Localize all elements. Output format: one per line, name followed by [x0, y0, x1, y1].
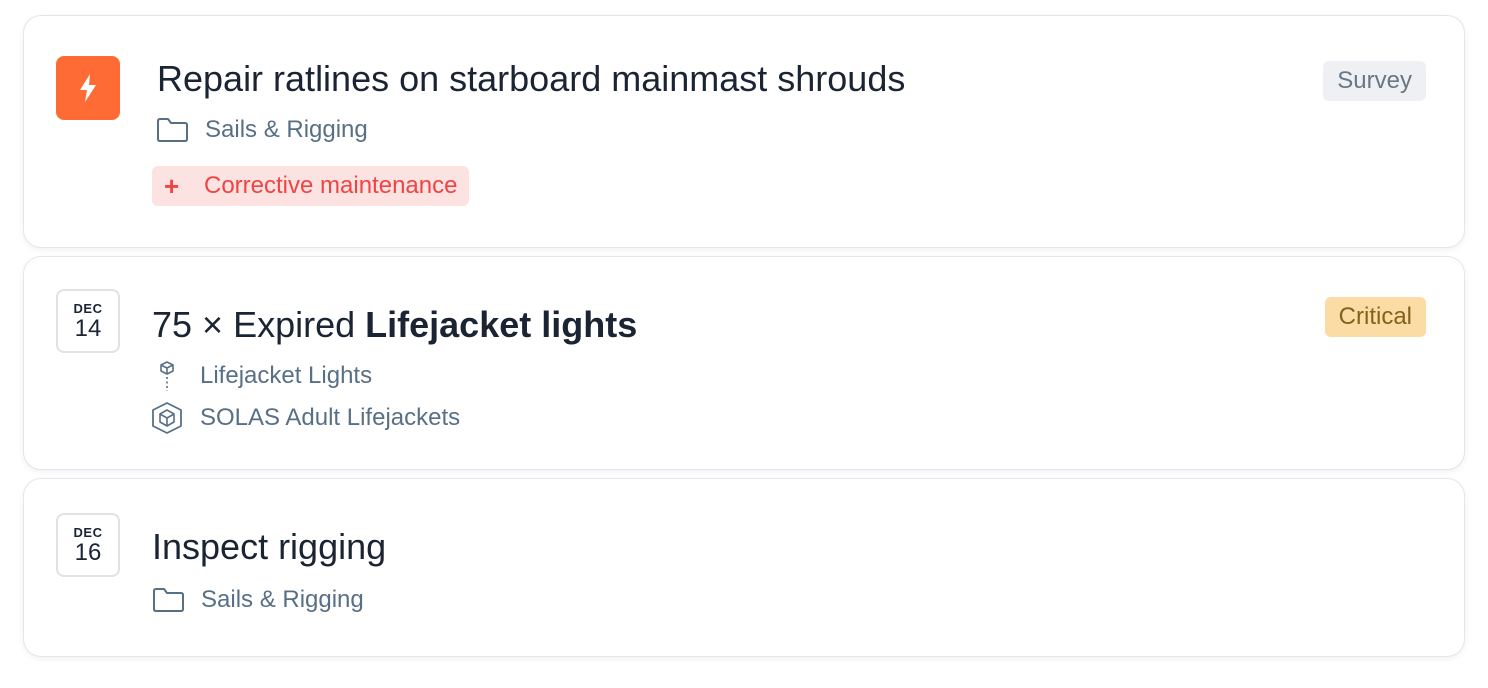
title-prefix: 75 × Expired — [152, 304, 366, 345]
card-title: 75 × Expired Lifejacket lights — [152, 303, 637, 347]
date-month: DEC — [73, 300, 103, 316]
folder-icon — [156, 115, 190, 145]
category-label: Sails & Rigging — [205, 116, 368, 143]
critical-badge: Critical — [1324, 297, 1426, 337]
card-title: Inspect rigging — [152, 526, 387, 567]
maintenance-type-tag: + Corrective maintenance — [152, 166, 470, 206]
card-title: Repair ratlines on starboard mainmast sh… — [157, 58, 906, 99]
work-order-card[interactable]: DEC 16 Inspect rigging Sails & Rigging — [23, 478, 1465, 657]
plus-icon: + — [164, 171, 180, 201]
tag-label: Corrective maintenance — [204, 172, 458, 199]
category-label: Sails & Rigging — [201, 586, 364, 613]
folder-icon — [152, 585, 186, 615]
work-order-card[interactable]: Repair ratlines on starboard mainmast sh… — [23, 15, 1465, 248]
equipment-icon — [150, 402, 184, 434]
category-line: Sails & Rigging — [152, 585, 364, 615]
lightning-icon — [56, 56, 120, 120]
date-month: DEC — [73, 524, 103, 540]
item-line: Lifejacket Lights — [150, 361, 372, 391]
item-label: Lifejacket Lights — [200, 362, 373, 389]
component-icon — [150, 361, 184, 391]
category-line: Sails & Rigging — [156, 115, 368, 145]
parent-label: SOLAS Adult Lifejackets — [200, 404, 461, 431]
title-bold: Lifejacket lights — [365, 304, 638, 345]
date-day: 16 — [74, 538, 102, 566]
due-date-box: DEC 16 — [56, 513, 120, 577]
date-day: 14 — [74, 314, 102, 342]
survey-badge: Survey — [1323, 61, 1426, 101]
work-order-card[interactable]: DEC 14 75 × Expired Lifejacket lights Li… — [23, 256, 1465, 470]
parent-line: SOLAS Adult Lifejackets — [150, 402, 461, 434]
due-date-box: DEC 14 — [56, 289, 120, 353]
